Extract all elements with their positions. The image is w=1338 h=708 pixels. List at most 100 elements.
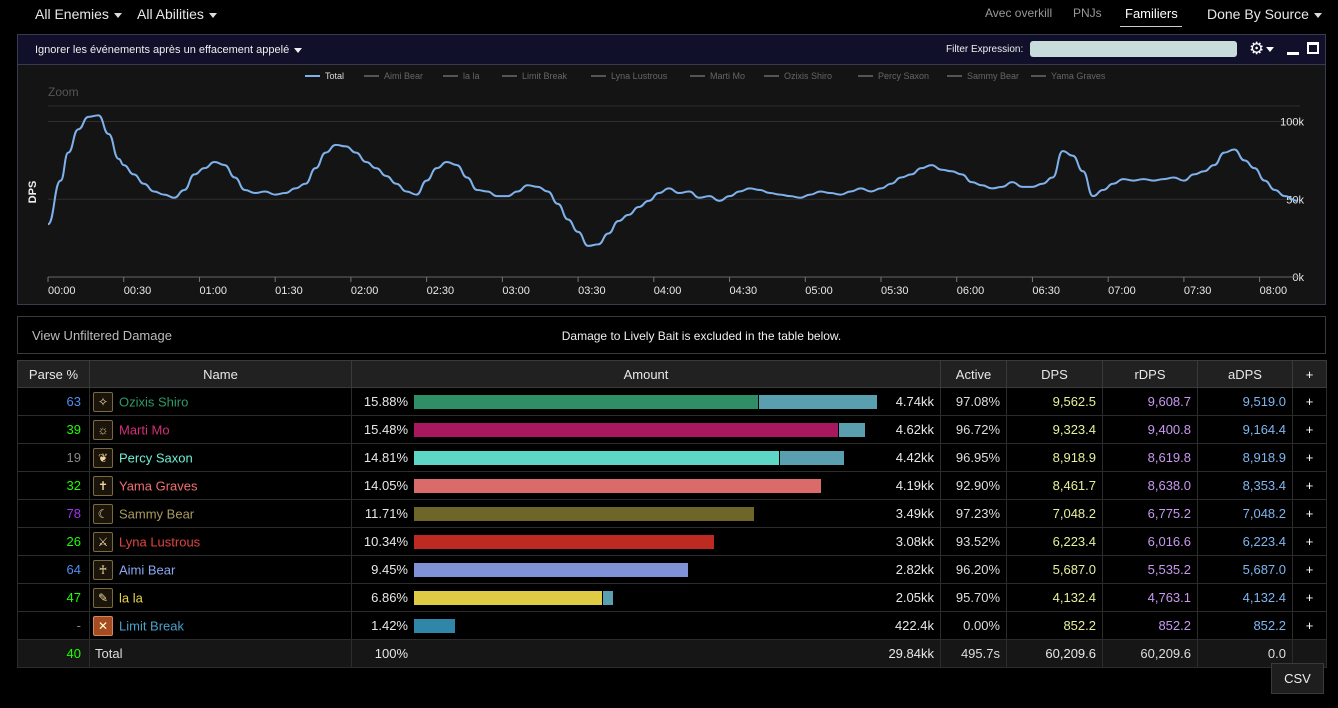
active-value: 96.72% bbox=[940, 415, 1007, 444]
amount-percent: 14.05% bbox=[363, 478, 408, 493]
reaper-job-icon: ☾ bbox=[93, 503, 113, 524]
pets-toggle[interactable]: Familiers bbox=[1125, 6, 1178, 21]
expand-row-button[interactable]: + bbox=[1292, 443, 1327, 472]
expand-row-button[interactable]: + bbox=[1292, 583, 1327, 612]
x-tick-label: 00:00 bbox=[48, 285, 76, 297]
legend-item[interactable]: Total bbox=[325, 71, 344, 81]
table-row[interactable]: - ✕ Limit Break 1.42% 422.4k 0.00% 852.2 852.2 8… bbox=[17, 611, 1327, 640]
adps-value: 852.2 bbox=[1197, 611, 1293, 640]
csv-export-button[interactable]: CSV bbox=[1271, 663, 1324, 694]
adps-value: 6,223.4 bbox=[1197, 527, 1293, 556]
name-cell[interactable]: ❦ Percy Saxon bbox=[89, 443, 352, 472]
table-row[interactable]: 19 ❦ Percy Saxon 14.81% 4.42kk 96.95% 8,918.9 8… bbox=[17, 443, 1327, 472]
name-cell[interactable]: ✕ Limit Break bbox=[89, 611, 352, 640]
legend-item[interactable]: Yama Graves bbox=[1051, 71, 1106, 81]
active-value: 97.08% bbox=[940, 387, 1007, 416]
x-tick-label: 04:30 bbox=[730, 285, 758, 297]
x-tick-label: 04:00 bbox=[654, 285, 682, 297]
legend-item[interactable]: la la bbox=[463, 71, 480, 81]
amount-bar-secondary bbox=[839, 423, 865, 437]
expand-row-button[interactable]: + bbox=[1292, 527, 1327, 556]
name-cell[interactable]: ♰ Aimi Bear bbox=[89, 555, 352, 584]
expand-row-button[interactable]: + bbox=[1292, 471, 1327, 500]
table-row[interactable]: 32 ✝ Yama Graves 14.05% 4.19kk 92.90% 8,461.7 8… bbox=[17, 471, 1327, 500]
amount-bar bbox=[414, 479, 821, 493]
expand-row-button[interactable]: + bbox=[1292, 611, 1327, 640]
legend-item[interactable]: Marti Mo bbox=[710, 71, 745, 81]
legend-item[interactable]: Lyna Lustrous bbox=[611, 71, 668, 81]
amount-column-header[interactable]: Amount bbox=[351, 360, 941, 388]
excluded-target-notice: Damage to Lively Bait is excluded in the… bbox=[561, 329, 842, 343]
name-column-header[interactable]: Name bbox=[89, 360, 352, 388]
graph-header: Ignorer les événements après un effaceme… bbox=[18, 35, 1325, 65]
parse-column-header[interactable]: Parse % bbox=[17, 360, 90, 388]
rdps-value: 8,619.8 bbox=[1102, 443, 1198, 472]
table-row[interactable]: 39 ☼ Marti Mo 15.48% 4.62kk 96.72% 9,323.4 9,40… bbox=[17, 415, 1327, 444]
legend-item[interactable]: Percy Saxon bbox=[878, 71, 929, 81]
name-cell[interactable]: ☾ Sammy Bear bbox=[89, 499, 352, 528]
expand-row-button[interactable]: + bbox=[1292, 555, 1327, 584]
graph-settings-button[interactable]: ⚙ bbox=[1249, 40, 1275, 58]
amount-value: 2.82kk bbox=[895, 562, 934, 577]
player-name: la la bbox=[119, 590, 143, 605]
expand-row-button[interactable]: + bbox=[1292, 415, 1327, 444]
dps-value: 8,918.9 bbox=[1006, 443, 1103, 472]
dps-value: 4,132.4 bbox=[1006, 583, 1103, 612]
add-column-button[interactable]: + bbox=[1292, 360, 1327, 388]
rdps-value: 9,608.7 bbox=[1102, 387, 1198, 416]
adps-column-header[interactable]: aDPS bbox=[1197, 360, 1293, 388]
red-mage-job-icon: ✝ bbox=[93, 475, 113, 496]
npcs-toggle[interactable]: PNJs bbox=[1073, 6, 1102, 20]
amount-value: 3.49kk bbox=[895, 506, 934, 521]
graph-panel: Ignorer les événements après un effaceme… bbox=[17, 34, 1326, 305]
expand-row-button[interactable]: + bbox=[1292, 499, 1327, 528]
overkill-toggle[interactable]: Avec overkill bbox=[985, 6, 1052, 20]
table-row[interactable]: 78 ☾ Sammy Bear 11.71% 3.49kk 97.23% 7,048.2 6,… bbox=[17, 499, 1327, 528]
enemies-dropdown[interactable]: All Enemies bbox=[35, 6, 122, 22]
dps-value: 5,687.0 bbox=[1006, 555, 1103, 584]
amount-percent: 6.86% bbox=[371, 590, 408, 605]
total-dps: 60,209.6 bbox=[1006, 639, 1103, 668]
active-column-header[interactable]: Active bbox=[940, 360, 1007, 388]
active-value: 96.95% bbox=[940, 443, 1007, 472]
chevron-down-icon bbox=[294, 47, 303, 53]
scholar-job-icon: ✎ bbox=[93, 587, 113, 608]
parse-value: 26 bbox=[17, 527, 90, 556]
name-cell[interactable]: ✝ Yama Graves bbox=[89, 471, 352, 500]
player-name: Ozixis Shiro bbox=[119, 394, 189, 409]
legend-item[interactable]: Limit Break bbox=[522, 71, 568, 81]
amount-bar bbox=[414, 535, 714, 549]
table-row[interactable]: 26 ⚔ Lyna Lustrous 10.34% 3.08kk 93.52% 6,223.… bbox=[17, 527, 1327, 556]
parse-value: 19 bbox=[17, 443, 90, 472]
source-dropdown[interactable]: Done By Source bbox=[1207, 6, 1322, 22]
maximize-icon[interactable] bbox=[1307, 42, 1319, 54]
ignore-after-wipe-label: Ignorer les événements après un effaceme… bbox=[35, 44, 290, 56]
minimize-icon[interactable] bbox=[1287, 52, 1299, 55]
player-name: Sammy Bear bbox=[119, 506, 195, 521]
dps-column-header[interactable]: DPS bbox=[1006, 360, 1103, 388]
name-cell[interactable]: ✧ Ozixis Shiro bbox=[89, 387, 352, 416]
ignore-after-wipe-dropdown[interactable]: Ignorer les événements après un effaceme… bbox=[35, 44, 303, 56]
rdps-column-header[interactable]: rDPS bbox=[1102, 360, 1198, 388]
y-axis-label: DPS bbox=[27, 181, 39, 204]
name-cell[interactable]: ⚔ Lyna Lustrous bbox=[89, 527, 352, 556]
table-row[interactable]: 47 ✎ la la 6.86% 2.05kk 95.70% 4,132.4 4,763.1 4… bbox=[17, 583, 1327, 612]
legend-item[interactable]: Sammy Bear bbox=[967, 71, 1019, 81]
name-cell[interactable]: ☼ Marti Mo bbox=[89, 415, 352, 444]
table-row[interactable]: 64 ♰ Aimi Bear 9.45% 2.82kk 96.20% 5,687.0 5,53… bbox=[17, 555, 1327, 584]
filter-expression-input[interactable] bbox=[1030, 41, 1237, 57]
amount-bar bbox=[414, 563, 688, 577]
dps-chart[interactable]: 0k50k100k00:00 00:30 01:00 01:30 02:00 02:30 0… bbox=[18, 66, 1325, 305]
table-row[interactable]: 63 ✧ Ozixis Shiro 15.88% 4.74kk 97.08% 9,562.5… bbox=[17, 387, 1327, 416]
chevron-down-icon bbox=[1313, 12, 1322, 18]
parse-value: 39 bbox=[17, 415, 90, 444]
abilities-dropdown[interactable]: All Abilities bbox=[137, 6, 217, 22]
name-cell[interactable]: ✎ la la bbox=[89, 583, 352, 612]
legend-item[interactable]: Ozixis Shiro bbox=[784, 71, 832, 81]
expand-row-button[interactable]: + bbox=[1292, 387, 1327, 416]
legend-item[interactable]: Aimi Bear bbox=[384, 71, 423, 81]
damage-table: Parse % Name Amount Active DPS rDPS aDPS… bbox=[17, 360, 1327, 668]
player-name: Lyna Lustrous bbox=[119, 534, 201, 549]
player-name: Limit Break bbox=[119, 618, 185, 633]
filter-expression-label: Filter Expression: bbox=[946, 44, 1024, 55]
